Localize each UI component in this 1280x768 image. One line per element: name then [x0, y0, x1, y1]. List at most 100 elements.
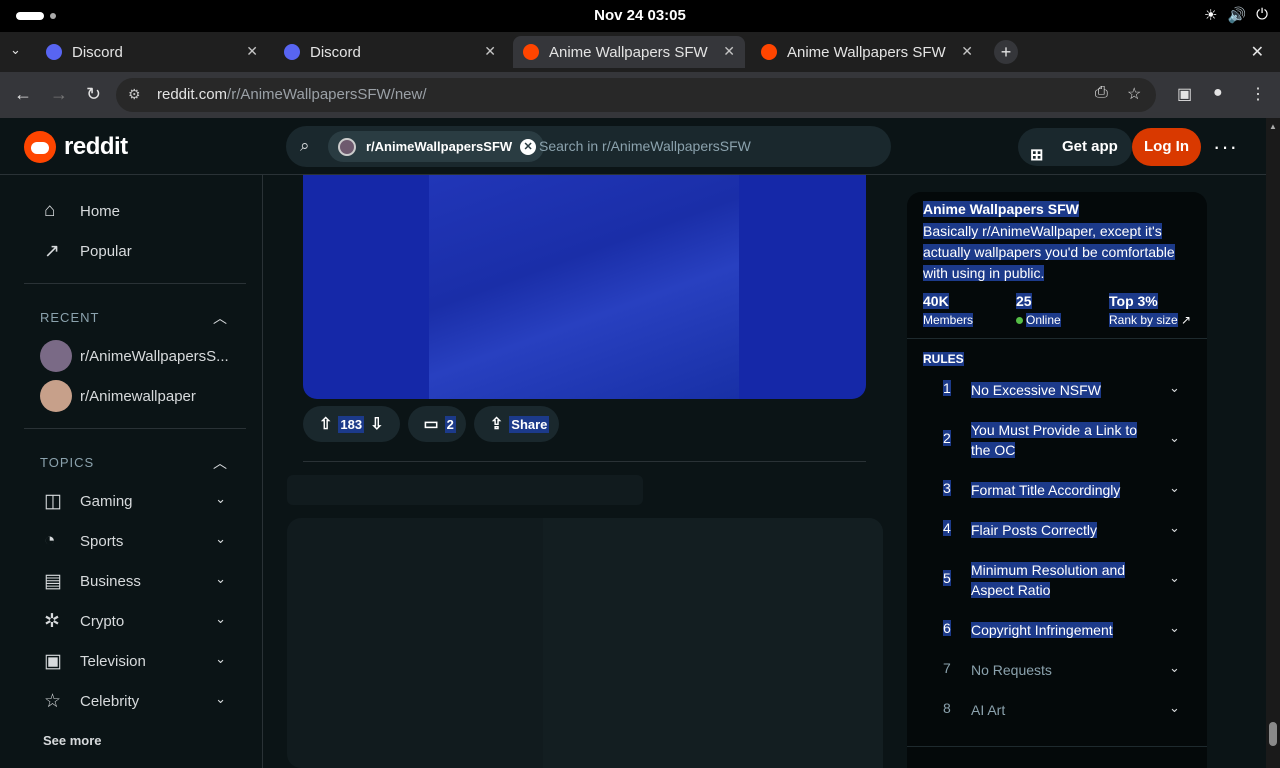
close-window-icon[interactable]: ✕ — [1251, 42, 1264, 62]
clear-chip-icon[interactable]: ✕ — [520, 139, 537, 155]
tab-list-dropdown-icon[interactable]: ⌄ — [10, 42, 21, 58]
forward-arrow-icon[interactable]: → — [50, 84, 68, 105]
profile-icon[interactable]: ● — [1213, 84, 1223, 102]
side-panel-icon[interactable]: ▣ — [1177, 84, 1192, 104]
rule-text: No Requests — [971, 662, 1052, 678]
rule-number: 5 — [943, 570, 951, 586]
chevron-down-icon[interactable]: ⌄ — [1169, 660, 1180, 676]
rule-item[interactable]: 4 Flair Posts Correctly ⌄ — [923, 520, 1191, 560]
browser-tab[interactable]: Discord ✕ — [36, 36, 268, 68]
browser-menu-icon[interactable]: ⋮ — [1250, 84, 1266, 104]
chevron-down-icon[interactable]: ⌄ — [1169, 480, 1180, 496]
recent-community-item[interactable]: r/Animewallpaper — [24, 376, 246, 416]
site-info-icon[interactable]: ⚙ — [128, 86, 141, 103]
new-tab-button[interactable]: + — [994, 40, 1018, 64]
browser-tab[interactable]: Anime Wallpapers SFW ✕ — [751, 36, 983, 68]
post-image-content — [429, 175, 739, 399]
rail-divider — [907, 338, 1207, 339]
rank-stat[interactable]: Top 3% Rank by size ↗ — [1109, 293, 1191, 327]
chevron-down-icon[interactable]: ⌄ — [1169, 700, 1180, 716]
chevron-down-icon[interactable]: ⌄ — [215, 531, 226, 547]
rule-item[interactable]: 8 AI Art ⌄ — [923, 700, 1191, 740]
rule-item[interactable]: 5 Minimum Resolution and Aspect Ratio ⌄ — [923, 560, 1191, 620]
get-app-button[interactable]: ⊞ Get app — [1018, 128, 1132, 166]
recent-heading[interactable]: RECENT — [40, 310, 99, 325]
comments-button[interactable]: ▭ 2 — [407, 406, 466, 442]
topic-sports[interactable]: ◔ Sports ⌄ — [24, 521, 246, 561]
post-image[interactable] — [303, 175, 866, 399]
loading-post-placeholder — [287, 518, 883, 768]
scroll-up-icon[interactable]: ▲ — [1269, 122, 1277, 131]
external-link-icon: ↗ — [1181, 313, 1192, 327]
nav-label: Home — [80, 202, 121, 220]
rule-text: Flair Posts Correctly — [971, 522, 1098, 538]
browser-tab[interactable]: Discord ✕ — [274, 36, 506, 68]
chevron-down-icon[interactable]: ⌄ — [1169, 430, 1180, 446]
tab-close-icon[interactable]: ✕ — [961, 43, 973, 60]
upvote-icon[interactable]: ⇧ — [319, 414, 332, 434]
system-tray[interactable]: ☀ 🔊 ⏻ — [1204, 6, 1268, 24]
topic-television[interactable]: ▣ Television ⌄ — [24, 641, 246, 681]
tab-close-icon[interactable]: ✕ — [723, 43, 735, 60]
chevron-down-icon[interactable]: ⌄ — [215, 611, 226, 627]
community-description: Basically r/AnimeWallpaper, except it's … — [923, 221, 1193, 284]
more-options-icon[interactable]: ··· — [1213, 134, 1238, 160]
loading-placeholder-pane — [543, 518, 883, 768]
chevron-down-icon[interactable]: ⌄ — [215, 491, 226, 507]
topic-business[interactable]: ▤ Business ⌄ — [24, 561, 246, 601]
rail-divider — [907, 746, 1207, 747]
rule-item[interactable]: 6 Copyright Infringement ⌄ — [923, 620, 1191, 660]
address-bar[interactable]: ⚙ reddit.com/r/AnimeWallpapersSFW/new/ — [116, 78, 1156, 112]
chevron-down-icon[interactable]: ⌄ — [1169, 620, 1180, 636]
back-arrow-icon[interactable]: ← — [14, 84, 32, 105]
topic-celebrity[interactable]: ☆ Celebrity ⌄ — [24, 681, 246, 721]
topic-label: Gaming — [80, 492, 133, 510]
recent-community-item[interactable]: r/AnimeWallpapersS... — [24, 336, 246, 376]
chevron-down-icon[interactable]: ⌄ — [215, 571, 226, 587]
login-button[interactable]: Log In — [1132, 128, 1201, 166]
browser-toolbar: ← → ↻ ⚙ reddit.com/r/AnimeWallpapersSFW/… — [0, 72, 1280, 118]
search-placeholder[interactable]: Search in r/AnimeWallpapersSFW — [539, 138, 751, 154]
rule-item[interactable]: 1 No Excessive NSFW ⌄ — [923, 380, 1191, 420]
search-bar[interactable]: ⌕ r/AnimeWallpapersSFW ✕ Search in r/Ani… — [286, 126, 891, 167]
system-clock[interactable]: Nov 24 03:05 — [0, 7, 1280, 24]
nav-home[interactable]: ⌂ Home — [24, 191, 246, 231]
post-actions: ⇧ 183 ⇩ ▭ 2 ⇪ Share — [303, 406, 560, 442]
left-sidebar: ⌂ Home ↗ Popular RECENT ︿ r/AnimeWallpap… — [0, 175, 263, 768]
rule-item[interactable]: 7 No Requests ⌄ — [923, 660, 1191, 700]
collapse-topics-icon[interactable]: ︿ — [213, 453, 227, 473]
discord-favicon-icon — [46, 44, 62, 60]
topic-gaming[interactable]: ◫ Gaming ⌄ — [24, 481, 246, 521]
nav-popular[interactable]: ↗ Popular — [24, 231, 246, 271]
page-scrollbar[interactable]: ▲ — [1266, 118, 1280, 768]
chevron-down-icon[interactable]: ⌄ — [1169, 380, 1180, 396]
tab-close-icon[interactable]: ✕ — [484, 43, 496, 60]
bookmark-star-icon[interactable]: ☆ — [1127, 84, 1141, 104]
power-icon: ⏻ — [1256, 6, 1268, 23]
chip-label: r/AnimeWallpapersSFW — [366, 139, 513, 154]
chevron-down-icon[interactable]: ⌄ — [215, 691, 226, 707]
reddit-logo[interactable]: reddit — [24, 131, 128, 163]
nav-label: Popular — [80, 242, 132, 260]
tab-close-icon[interactable]: ✕ — [246, 43, 258, 60]
volume-icon: 🔊 — [1227, 7, 1247, 24]
rule-item[interactable]: 2 You Must Provide a Link to the OC ⌄ — [923, 420, 1191, 480]
see-more-button[interactable]: See more — [43, 733, 102, 748]
rule-item[interactable]: 3 Format Title Accordingly ⌄ — [923, 480, 1191, 520]
chevron-down-icon[interactable]: ⌄ — [215, 651, 226, 667]
loading-placeholder — [287, 475, 643, 505]
downvote-icon[interactable]: ⇩ — [370, 414, 383, 434]
community-search-chip[interactable]: r/AnimeWallpapersSFW ✕ — [328, 131, 545, 162]
home-icon: ⌂ — [44, 200, 56, 221]
chevron-down-icon[interactable]: ⌄ — [1169, 520, 1180, 536]
topics-heading[interactable]: TOPICS — [40, 455, 94, 470]
collapse-recent-icon[interactable]: ︿ — [213, 308, 227, 328]
browser-tab-active[interactable]: Anime Wallpapers SFW ✕ — [513, 36, 745, 68]
scrollbar-thumb[interactable] — [1269, 722, 1277, 746]
chevron-down-icon[interactable]: ⌄ — [1169, 570, 1180, 586]
share-button[interactable]: ⇪ Share — [473, 406, 560, 442]
reload-icon[interactable]: ↻ — [86, 84, 101, 105]
ball-icon: ◔ — [44, 530, 56, 551]
install-app-icon[interactable]: ⎙ — [1095, 84, 1108, 102]
topic-crypto[interactable]: ✲ Crypto ⌄ — [24, 601, 246, 641]
